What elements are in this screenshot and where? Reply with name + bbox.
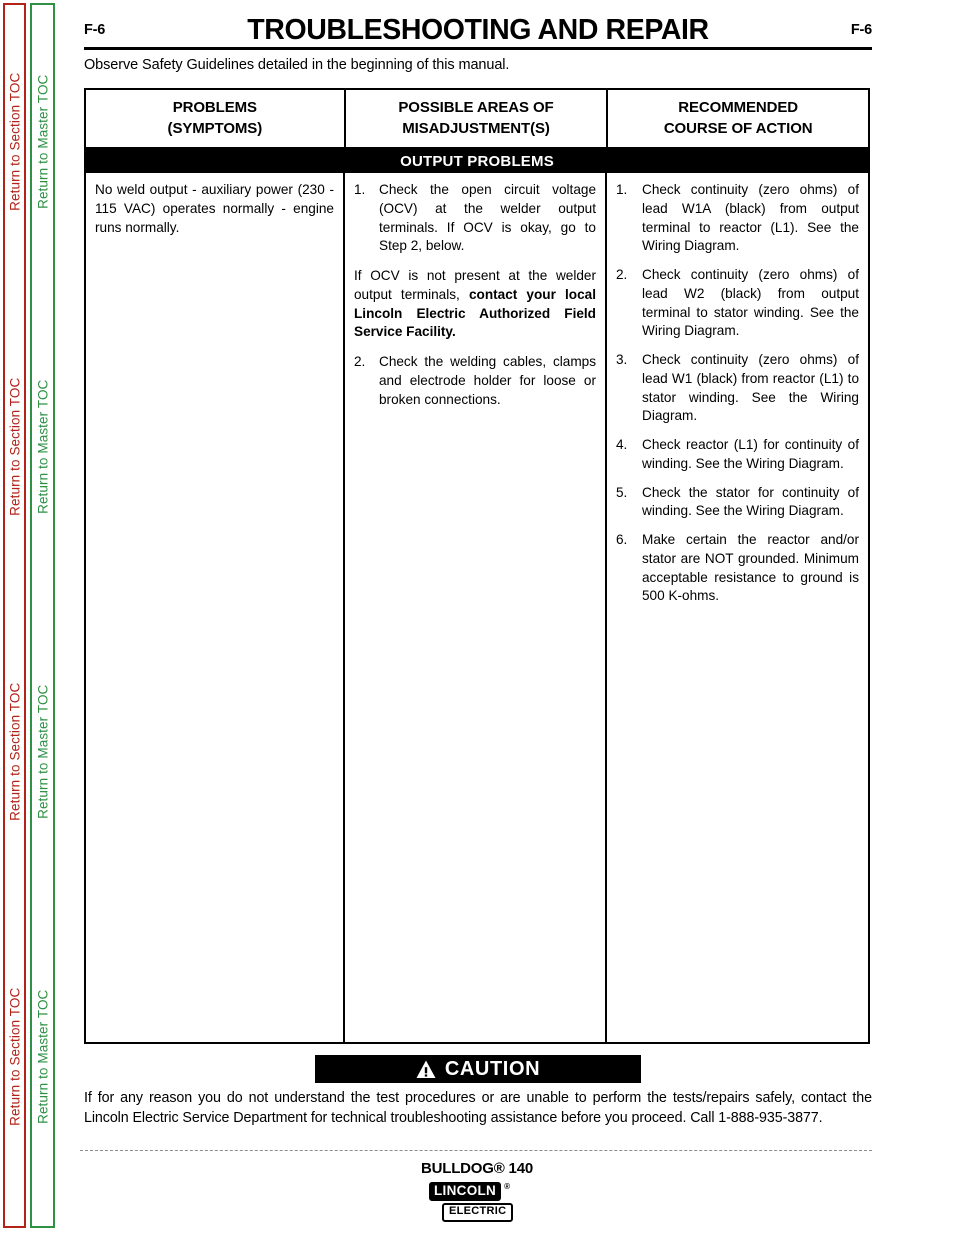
caution-banner: CAUTION	[315, 1055, 641, 1083]
action-item-number: 4.	[616, 437, 628, 452]
caution-text: If for any reason you do not understand …	[84, 1090, 872, 1127]
logo-top-row: LINCOLN ®	[429, 1182, 525, 1202]
action-item: 4. Check reactor (L1) for continuity of …	[616, 436, 859, 474]
caution-label: CAUTION	[444, 1057, 541, 1080]
return-to-master-toc-label[interactable]: Return to Master TOC	[35, 990, 50, 1124]
column-header-course-of-action: RECOMMENDED COURSE OF ACTION	[608, 90, 868, 147]
logo-lincoln-wordmark: LINCOLN	[429, 1182, 502, 1202]
action-item-number: 5.	[616, 484, 628, 500]
column-header-problems-line2: (SYMPTOMS)	[167, 119, 263, 137]
return-to-master-toc-label[interactable]: Return to Master TOC	[35, 685, 50, 819]
misadjustment-item-number: 2.	[354, 354, 366, 369]
column-header-course-of-action-line1: RECOMMENDED	[678, 99, 799, 117]
action-item-number: 6.	[616, 532, 628, 547]
misadjustment-item: 2. Check the welding cables, clamps and …	[354, 353, 596, 409]
action-item-text: Check continuity (zero ohms) of lead W1A…	[642, 182, 859, 254]
column-header-course-of-action-line2: COURSE OF ACTION	[663, 119, 813, 137]
column-header-problems-line1: PROBLEMS	[172, 99, 257, 117]
warning-triangle-icon	[416, 1060, 436, 1078]
return-to-master-toc-label[interactable]: Return to Master TOC	[35, 380, 50, 514]
problem-text: No weld output - auxiliary power (230 - …	[95, 182, 334, 235]
folio-right: F-6	[850, 22, 872, 38]
footer-divider	[80, 1150, 872, 1151]
column-header-problems: PROBLEMS (SYMPTOMS)	[86, 90, 346, 147]
action-item: 5. Check the stator for continuity of wi…	[616, 484, 859, 522]
action-item: 1. Check continuity (zero ohms) of lead …	[616, 181, 859, 256]
action-item-text: Check reactor (L1) for continuity of win…	[642, 437, 859, 471]
action-item-number: 3.	[616, 352, 628, 367]
cell-recommended-actions: 1. Check continuity (zero ohms) of lead …	[607, 173, 868, 1044]
lincoln-electric-logo: LINCOLN ® ELECTRIC	[429, 1182, 525, 1222]
cell-problem-symptom: No weld output - auxiliary power (230 - …	[86, 173, 345, 1044]
footer-model-name: BULLDOG® 140	[420, 1160, 533, 1177]
table-body-row: No weld output - auxiliary power (230 - …	[86, 173, 868, 1044]
return-to-section-toc-label[interactable]: Return to Section TOC	[7, 683, 22, 821]
column-header-misadjustments-line2: MISADJUSTMENT(S)	[402, 119, 550, 137]
section-band-label: OUTPUT PROBLEMS	[400, 152, 554, 170]
action-item-text: Check continuity (zero ohms) of lead W2 …	[642, 267, 859, 339]
troubleshooting-table: PROBLEMS (SYMPTOMS) POSSIBLE AREAS OF MI…	[84, 88, 870, 1044]
safety-guidelines-note: Observe Safety Guidelines detailed in th…	[84, 57, 510, 73]
return-to-section-toc-bar[interactable]: Return to Section TOC Return to Section …	[3, 3, 26, 1228]
misadjustment-item: 1. Check the open circuit voltage (OCV) …	[354, 181, 596, 256]
page-title: TROUBLESHOOTING AND REPAIR	[247, 14, 709, 46]
column-header-misadjustments: POSSIBLE AREAS OF MISADJUSTMENT(S)	[346, 90, 609, 147]
cell-possible-misadjustments: 1. Check the open circuit voltage (OCV) …	[345, 173, 607, 1044]
logo-electric-wordmark: ELECTRIC	[442, 1203, 514, 1222]
misadjustment-item-text: Check the welding cables, clamps and ele…	[379, 354, 596, 407]
action-item-number: 1.	[616, 182, 628, 197]
action-item: 3. Check continuity (zero ohms) of lead …	[616, 351, 859, 426]
table-header-row: PROBLEMS (SYMPTOMS) POSSIBLE AREAS OF MI…	[86, 90, 868, 149]
action-item-text: Make certain the reactor and/or stator a…	[642, 532, 859, 604]
return-to-section-toc-label[interactable]: Return to Section TOC	[7, 73, 22, 211]
action-item-text: Check continuity (zero ohms) of lead W1 …	[642, 352, 859, 424]
misadjustment-item-text: Check the open circuit voltage (OCV) at …	[379, 182, 596, 254]
return-to-master-toc-label[interactable]: Return to Master TOC	[35, 75, 50, 209]
column-header-misadjustments-line1: POSSIBLE AREAS OF	[398, 99, 554, 117]
return-to-master-toc-bar[interactable]: Return to Master TOC Return to Master TO…	[30, 3, 55, 1228]
return-to-section-toc-label[interactable]: Return to Section TOC	[7, 378, 22, 516]
logo-registered-mark: ®	[504, 1182, 510, 1191]
action-item-text: Check the stator for continuity of windi…	[642, 484, 859, 519]
misadjustment-item-number: 1.	[354, 182, 366, 197]
page-header-region: F-6 TROUBLESHOOTING AND REPAIR F-6 Obser…	[84, 0, 872, 73]
action-item-number: 2.	[616, 267, 628, 282]
page-header: F-6 TROUBLESHOOTING AND REPAIR F-6 Obser…	[84, 0, 872, 73]
misadjustment-note: If OCV is not present at the welder outp…	[354, 267, 596, 342]
action-item: 6. Make certain the reactor and/or stato…	[616, 531, 859, 606]
toc-sidebar: Return to Section TOC Return to Section …	[0, 0, 78, 1235]
section-band-output-problems: OUTPUT PROBLEMS	[86, 149, 868, 173]
header-rule	[84, 47, 872, 50]
action-item: 2. Check continuity (zero ohms) of lead …	[616, 266, 859, 341]
return-to-section-toc-label[interactable]: Return to Section TOC	[7, 988, 22, 1126]
